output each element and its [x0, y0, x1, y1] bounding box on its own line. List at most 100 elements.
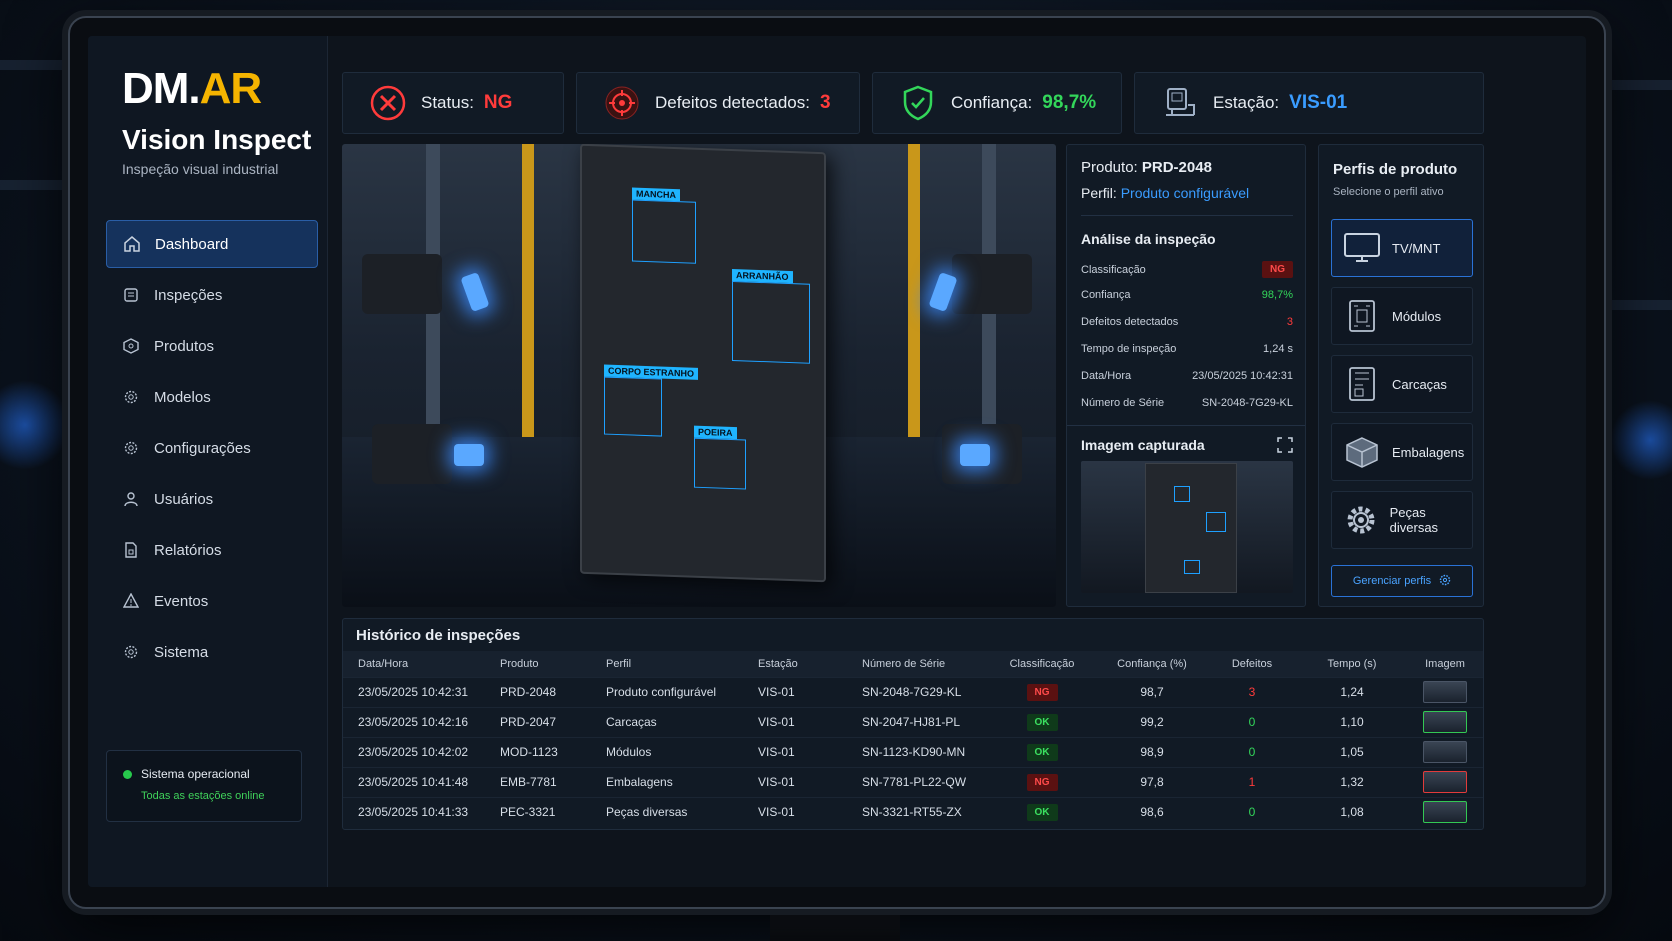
defect-label: POEIRA — [694, 425, 737, 440]
column-header[interactable]: Imagem — [1407, 651, 1483, 677]
product-label: Produto: — [1081, 159, 1138, 176]
defect-box-corpo-estranho[interactable] — [604, 376, 662, 437]
defects-card: Defeitos detectados: 3 — [576, 72, 860, 134]
sidebar-item-relatorios[interactable]: Relatórios — [106, 526, 318, 574]
sidebar-item-configuracoes[interactable]: Configurações — [106, 424, 318, 472]
defect-box-poeira[interactable] — [694, 437, 746, 490]
sidebar-item-sistema[interactable]: Sistema — [106, 628, 318, 676]
table-row[interactable]: 23/05/2025 10:42:31 PRD-2048 Produto con… — [343, 676, 1483, 707]
cell-class: NG — [987, 676, 1097, 707]
cell-datetime: 23/05/2025 10:41:33 — [343, 796, 485, 827]
row-label: Data/Hora — [1081, 370, 1132, 382]
column-header[interactable]: Classificação — [987, 651, 1097, 677]
system-status-box: Sistema operacional Todas as estações on… — [106, 750, 302, 822]
captured-image-title: Imagem capturada — [1081, 437, 1205, 453]
analysis-row: Defeitos detectados 3 — [1081, 316, 1293, 328]
shield-check-icon — [899, 84, 937, 122]
thumbnail-defect-box — [1184, 560, 1200, 574]
column-header[interactable]: Confiança (%) — [1097, 651, 1207, 677]
camera-left-bottom — [372, 424, 452, 484]
manage-profiles-button[interactable]: Gerenciar perfis — [1331, 565, 1473, 597]
product-line: Produto: PRD-2048 — [1081, 159, 1212, 176]
cell-time: 1,08 — [1297, 796, 1407, 827]
profile-carcacas[interactable]: Carcaças — [1331, 355, 1473, 413]
table-row[interactable]: 23/05/2025 10:41:33 PEC-3321 Peças diver… — [343, 796, 1483, 827]
profile-label: TV/MNT — [1392, 240, 1441, 256]
error-x-icon — [369, 84, 407, 122]
profile-embalagens[interactable]: Embalagens — [1331, 423, 1473, 481]
captured-image-thumbnail[interactable] — [1081, 461, 1293, 593]
cell-image — [1407, 676, 1483, 707]
defect-box-mancha[interactable] — [632, 199, 696, 264]
row-image-thumbnail[interactable] — [1423, 741, 1467, 763]
defect-label: MANCHA — [632, 187, 680, 202]
column-header[interactable]: Defeitos — [1207, 651, 1297, 677]
row-label: Tempo de inspeção — [1081, 343, 1177, 355]
row-value: 3 — [1286, 316, 1293, 328]
status-badge: NG — [1026, 683, 1058, 701]
cell-defects: 0 — [1207, 736, 1297, 767]
table-row[interactable]: 23/05/2025 10:42:16 PRD-2047 Carcaças VI… — [343, 706, 1483, 737]
thumbnail-device — [1145, 463, 1237, 593]
sidebar-item-eventos[interactable]: Eventos — [106, 577, 318, 625]
row-image-thumbnail[interactable] — [1423, 801, 1467, 824]
cell-profile: Carcaças — [591, 706, 743, 737]
defect-label: ARRANHÃO — [732, 269, 793, 284]
profile-label: Módulos — [1392, 308, 1442, 324]
sidebar-item-label: Relatórios — [154, 541, 222, 559]
sidebar-item-dashboard[interactable]: Dashboard — [106, 220, 318, 268]
profiles-subtitle: Selecione o perfil ativo — [1333, 186, 1444, 198]
profile-label: Perfil: — [1081, 185, 1117, 201]
cell-confidence: 98,9 — [1097, 736, 1207, 767]
analysis-row: Classificação NG — [1081, 261, 1293, 278]
cell-datetime: 23/05/2025 10:42:02 — [343, 736, 485, 767]
history-title: Histórico de inspeções — [356, 627, 521, 644]
expand-icon[interactable] — [1277, 437, 1293, 458]
row-image-thumbnail[interactable] — [1423, 711, 1467, 733]
sidebar-item-inspecoes[interactable]: Inspeções — [106, 271, 318, 319]
cell-defects: 0 — [1207, 796, 1297, 827]
thumbnail-defect-box — [1206, 512, 1226, 532]
table-row[interactable]: 23/05/2025 10:42:02 MOD-1123 Módulos VIS… — [343, 736, 1483, 767]
status-label: Status: — [421, 93, 474, 112]
row-label: Classificação — [1081, 263, 1146, 276]
column-header[interactable]: Data/Hora — [343, 651, 485, 677]
app-title: Vision Inspect — [122, 124, 312, 155]
sidebar-nav: Dashboard Inspeções Produtos Modelos Con… — [106, 220, 318, 679]
profile-label: Embalagens — [1392, 444, 1465, 460]
column-header[interactable]: Perfil — [591, 651, 743, 677]
profiles-title: Perfis de produto — [1333, 161, 1458, 178]
analysis-row: Confiança 98,7% — [1081, 289, 1293, 301]
camera-led — [960, 444, 990, 466]
sidebar-item-usuarios[interactable]: Usuários — [106, 475, 318, 523]
cell-serial: SN-3321-RT55-ZX — [847, 796, 987, 827]
settings-gear-icon — [1439, 574, 1451, 589]
cell-product: PEC-3321 — [485, 796, 591, 827]
cell-time: 1,05 — [1297, 736, 1407, 767]
cell-serial: SN-2048-7G29-KL — [847, 676, 987, 707]
row-value: 1,24 s — [1263, 343, 1293, 355]
status-badge: OK — [1026, 743, 1058, 761]
defect-box-arranhao[interactable] — [732, 281, 810, 364]
profile-pecas-diversas[interactable]: Peças diversas — [1331, 491, 1473, 549]
cell-serial: SN-2047-HJ81-PL — [847, 706, 987, 737]
row-image-thumbnail[interactable] — [1423, 681, 1467, 703]
profile-tv-mnt[interactable]: TV/MNT — [1331, 219, 1473, 277]
logo-text-accent: AR — [199, 64, 263, 113]
column-header[interactable]: Estação — [743, 651, 847, 677]
cell-station: VIS-01 — [743, 706, 847, 737]
column-header[interactable]: Tempo (s) — [1297, 651, 1407, 677]
sidebar-item-label: Produtos — [154, 337, 215, 355]
profile-value-link[interactable]: Produto configurável — [1121, 185, 1249, 201]
inspection-camera-view[interactable]: MANCHA ARRANHÃO CORPO ESTRANHO POEIRA — [342, 144, 1056, 607]
column-header[interactable]: Produto — [485, 651, 591, 677]
sidebar-item-modelos[interactable]: Modelos — [106, 373, 318, 421]
column-header[interactable]: Número de Série — [847, 651, 987, 677]
profile-modulos[interactable]: Módulos — [1331, 287, 1473, 345]
table-row[interactable]: 23/05/2025 10:41:48 EMB-7781 Embalagens … — [343, 766, 1483, 797]
profile-label: Peças diversas — [1389, 505, 1439, 535]
sidebar-item-produtos[interactable]: Produtos — [106, 322, 318, 370]
yellow-post — [908, 144, 920, 474]
row-image-thumbnail[interactable] — [1423, 771, 1467, 793]
profiles-panel: Perfis de produto Selecione o perfil ati… — [1318, 144, 1484, 607]
